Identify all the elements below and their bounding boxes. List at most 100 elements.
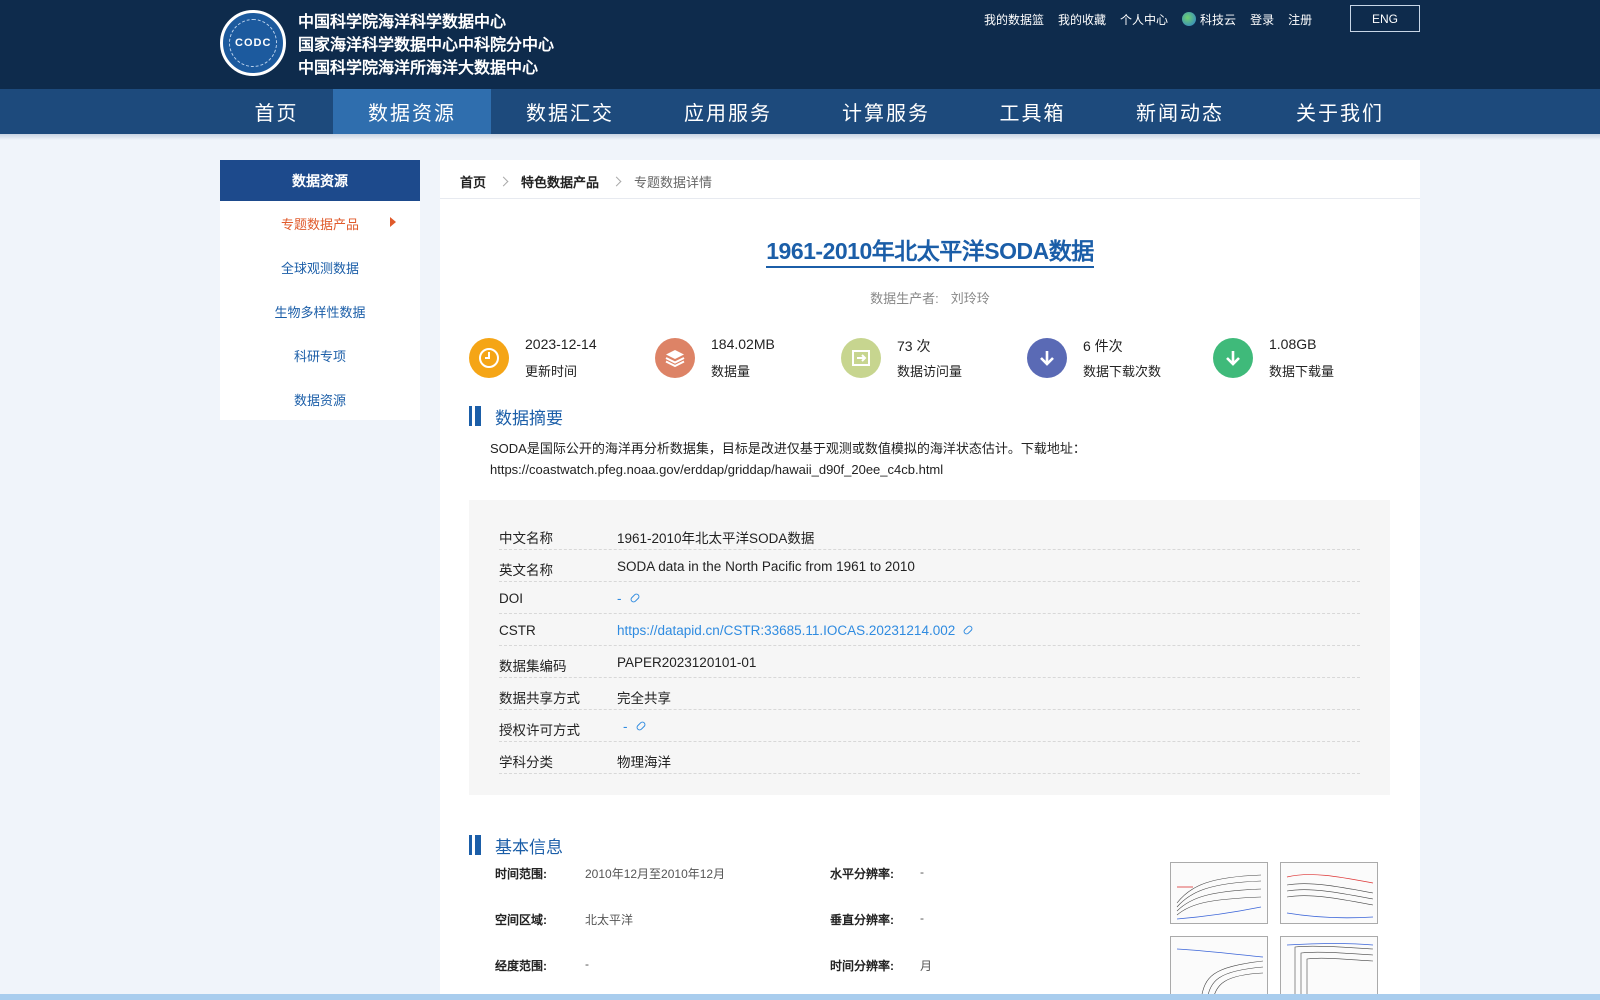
chevron-right-icon: [611, 176, 622, 187]
sidebar-item-biodiversity[interactable]: 生物多样性数据: [220, 289, 420, 333]
meta-value: SODA data in the North Pacific from 1961…: [617, 559, 915, 574]
main-nav: 首页 数据资源 数据汇交 应用服务 计算服务 工具箱 新闻动态 关于我们: [0, 89, 1600, 134]
meta-key: 学科分类: [499, 755, 553, 770]
breadcrumb-home[interactable]: 首页: [460, 172, 486, 191]
producer-label: 数据生产者:: [870, 291, 939, 306]
sidebar-item-global-observation[interactable]: 全球观测数据: [220, 245, 420, 289]
vertical-resolution-value: -: [920, 911, 924, 925]
time-range-key: 时间范围:: [495, 867, 547, 881]
organization-names: 中国科学院海洋科学数据中心 国家海洋科学数据中心中科院分中心 中国科学院海洋所海…: [298, 10, 554, 79]
thumbnail-plot-d: [1280, 936, 1378, 1000]
sci-cloud-label: 科技云: [1200, 13, 1237, 27]
stat-value: 1.08GB: [1269, 336, 1317, 352]
dataset-stats: 2023-12-14 更新时间 184.02MB 数据量 73 次 数据访问量 …: [469, 336, 1399, 380]
sidebar-item-label: 生物多样性数据: [274, 304, 366, 320]
link-icon: [962, 624, 974, 636]
nav-toolbox[interactable]: 工具箱: [965, 89, 1100, 134]
producer-value: 刘玲玲: [950, 291, 990, 306]
link-icon: [634, 720, 647, 732]
stat-label: 数据下载量: [1269, 364, 1335, 379]
metadata-table: 中文名称 1961-2010年北太平洋SODA数据 英文名称 SODA data…: [469, 500, 1390, 795]
sidebar-header: 数据资源: [220, 160, 420, 201]
basic-info-heading: 基本信息: [469, 833, 563, 857]
sidebar-item-research-projects[interactable]: 科研专项: [220, 333, 420, 377]
breadcrumb: 首页 特色数据产品 专题数据详情: [460, 172, 712, 191]
spatial-region-key: 空间区域:: [495, 913, 547, 927]
link-icon: [628, 592, 641, 604]
stat-value: 6 件次: [1083, 338, 1123, 354]
visit-icon: [841, 338, 881, 378]
vertical-resolution-key: 垂直分辨率:: [830, 913, 894, 927]
meta-row-discipline: 学科分类 物理海洋: [499, 742, 1360, 774]
bottom-scroll-strip: [0, 994, 1600, 1000]
stat-label: 数据量: [711, 364, 751, 379]
nav-news[interactable]: 新闻动态: [1100, 89, 1260, 134]
nav-items: 首页 数据资源 数据汇交 应用服务 计算服务 工具箱 新闻动态 关于我们: [220, 89, 1420, 134]
nav-data-resources[interactable]: 数据资源: [333, 89, 491, 134]
temporal-resolution-key: 时间分辨率:: [830, 959, 894, 973]
download-icon: [1027, 338, 1067, 378]
horizontal-resolution-value: -: [920, 865, 924, 879]
my-favorites-link[interactable]: 我的收藏: [1058, 11, 1106, 28]
sidebar-item-label: 数据资源: [293, 392, 346, 408]
download-volume-icon: [1213, 338, 1253, 378]
nav-about-us[interactable]: 关于我们: [1260, 89, 1420, 134]
meta-row-english-name: 英文名称 SODA data in the North Pacific from…: [499, 550, 1360, 582]
sidebar-item-label: 科研专项: [293, 348, 346, 364]
abstract-title: 数据摘要: [495, 408, 563, 428]
english-language-button[interactable]: ENG: [1350, 5, 1420, 32]
thumbnail-plot-b: [1280, 862, 1378, 924]
nav-computing-services[interactable]: 计算服务: [807, 89, 965, 134]
horizontal-resolution-key: 水平分辨率:: [830, 867, 894, 881]
meta-row-doi: DOI -: [499, 582, 1360, 614]
dataset-producer: 数据生产者: 刘玲玲: [440, 288, 1420, 307]
meta-key: 数据集编码: [499, 659, 567, 674]
license-link[interactable]: -: [623, 719, 647, 734]
breadcrumb-divider: [440, 198, 1420, 199]
longitude-range-key: 经度范围:: [495, 959, 547, 973]
stat-value: 184.02MB: [711, 336, 775, 352]
personal-center-link[interactable]: 个人中心: [1120, 11, 1168, 28]
sidebar-item-thematic-products[interactable]: 专题数据产品: [220, 201, 420, 245]
sidebar: 数据资源 专题数据产品 全球观测数据 生物多样性数据 科研专项 数据资源: [220, 160, 420, 420]
sci-cloud-link[interactable]: 科技云: [1182, 11, 1236, 28]
login-link[interactable]: 登录: [1250, 11, 1274, 28]
codc-logo[interactable]: CODC: [220, 10, 286, 76]
org-name-2: 国家海洋科学数据中心中科院分中心: [298, 35, 555, 54]
cstr-link[interactable]: https://datapid.cn/CSTR:33685.11.IOCAS.2…: [617, 623, 974, 638]
dataset-thumbnail-image[interactable]: [1170, 858, 1380, 1000]
meta-row-sharing-mode: 数据共享方式 完全共享: [499, 678, 1360, 710]
logo-text: CODC: [235, 37, 272, 49]
nav-home[interactable]: 首页: [220, 89, 333, 134]
layers-icon: [655, 338, 695, 378]
abstract-heading: 数据摘要: [469, 404, 563, 428]
sidebar-item-data-resources[interactable]: 数据资源: [220, 377, 420, 421]
nav-data-submission[interactable]: 数据汇交: [491, 89, 649, 134]
longitude-range-value: -: [585, 957, 589, 971]
my-data-basket-link[interactable]: 我的数据篮: [984, 11, 1044, 28]
doi-link[interactable]: -: [617, 591, 641, 606]
register-link[interactable]: 注册: [1288, 11, 1312, 28]
meta-key: DOI: [499, 591, 524, 606]
sidebar-item-label: 全球观测数据: [280, 260, 359, 276]
meta-key: 授权许可方式: [499, 723, 580, 738]
meta-key: CSTR: [499, 623, 536, 638]
thumbnail-plot-a: [1170, 862, 1268, 924]
meta-value: PAPER2023120101-01: [617, 655, 757, 670]
stat-label: 数据下载次数: [1083, 364, 1162, 379]
nav-application-services[interactable]: 应用服务: [649, 89, 807, 134]
globe-icon: [1182, 12, 1197, 26]
basic-info-title: 基本信息: [495, 837, 563, 857]
meta-key: 英文名称: [499, 563, 553, 578]
meta-row-license: 授权许可方式 -: [499, 710, 1360, 742]
caret-right-icon: [390, 217, 396, 227]
dataset-title: 1961-2010年北太平洋SODA数据: [766, 238, 1094, 268]
breadcrumb-featured-products[interactable]: 特色数据产品: [521, 172, 599, 191]
org-name-3: 中国科学院海洋所海洋大数据中心: [298, 58, 539, 77]
section-bar-icon: [469, 406, 481, 426]
section-bar-icon: [469, 835, 481, 855]
org-name-1: 中国科学院海洋科学数据中心: [298, 12, 507, 31]
meta-row-cstr: CSTR https://datapid.cn/CSTR:33685.11.IO…: [499, 614, 1360, 646]
meta-row-chinese-name: 中文名称 1961-2010年北太平洋SODA数据: [499, 518, 1360, 550]
spatial-region-value: 北太平洋: [585, 913, 634, 927]
